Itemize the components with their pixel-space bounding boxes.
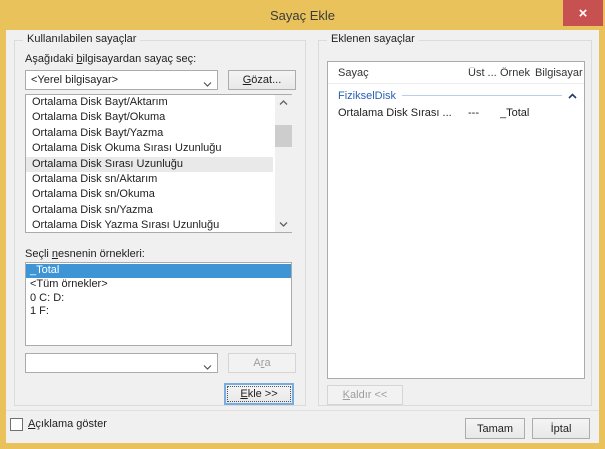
instance-list-item[interactable]: 0 C: D: bbox=[26, 292, 291, 306]
scrollbar-thumb[interactable] bbox=[275, 125, 292, 147]
instance-list-item[interactable]: <Tüm örnekler> bbox=[26, 278, 291, 292]
cancel-button[interactable]: İptal bbox=[532, 418, 590, 439]
instances-label: Seçli nesnenin örnekleri: bbox=[25, 248, 145, 260]
chevron-down-icon bbox=[203, 361, 212, 373]
search-combobox[interactable] bbox=[25, 353, 218, 373]
table-header-row: Sayaç Üst ... Örnek Bilgisayar bbox=[328, 62, 584, 84]
table-row[interactable]: Ortalama Disk Sırası ... --- _Total bbox=[328, 104, 584, 121]
counter-list-item[interactable]: Ortalama Disk Sırası Uzunluğu bbox=[26, 157, 273, 172]
chevron-down-icon bbox=[203, 78, 212, 90]
computer-combobox[interactable]: <Yerel bilgisayar> bbox=[25, 70, 218, 90]
scroll-down-icon[interactable] bbox=[275, 217, 292, 232]
counter-list-item[interactable]: Ortalama Disk Bayt/Aktarım bbox=[26, 95, 273, 110]
close-icon: × bbox=[579, 6, 588, 21]
column-header-parent[interactable]: Üst ... bbox=[468, 67, 500, 79]
instance-list-item[interactable]: _Total bbox=[26, 264, 291, 278]
ok-button[interactable]: Tamam bbox=[465, 418, 525, 439]
remove-button[interactable]: Kaldır << bbox=[327, 385, 403, 405]
cell-parent: --- bbox=[468, 107, 500, 119]
column-header-instance[interactable]: Örnek bbox=[500, 67, 535, 79]
show-description-checkbox[interactable] bbox=[10, 418, 23, 431]
column-header-counter[interactable]: Sayaç bbox=[338, 67, 468, 79]
show-description-label: Açıklama göster bbox=[28, 418, 107, 430]
available-counters-group: Kullanılabilen sayaçlar Aşağıdaki bilgis… bbox=[14, 40, 306, 406]
column-header-computer[interactable]: Bilgisayar bbox=[535, 67, 584, 79]
search-button[interactable]: Ara bbox=[228, 353, 296, 373]
group-rule bbox=[402, 95, 562, 96]
cell-counter: Ortalama Disk Sırası ... bbox=[338, 107, 468, 119]
counter-list-item[interactable]: Ortalama Disk sn/Okuma bbox=[26, 187, 273, 202]
scroll-up-icon[interactable] bbox=[275, 95, 292, 110]
counter-group-name: FizikselDisk bbox=[338, 90, 396, 102]
available-counters-group-label: Kullanılabilen sayaçlar bbox=[23, 33, 140, 45]
counter-group-row[interactable]: FizikselDisk bbox=[328, 87, 584, 104]
counters-listbox[interactable]: Ortalama Disk Bayt/AktarımOrtalama Disk … bbox=[25, 94, 292, 233]
instances-listbox[interactable]: _Total<Tüm örnekler>0 C: D:1 F: bbox=[25, 262, 292, 346]
browse-button[interactable]: Gözat... bbox=[228, 70, 296, 90]
window-title: Sayaç Ekle bbox=[270, 8, 335, 23]
dialog-content: Kullanılabilen sayaçlar Aşağıdaki bilgis… bbox=[6, 30, 599, 443]
cell-instance: _Total bbox=[500, 107, 535, 119]
title-bar[interactable]: Sayaç Ekle × bbox=[0, 0, 605, 30]
counter-list-item[interactable]: Ortalama Disk Yazma Sırası Uzunluğu bbox=[26, 218, 273, 233]
counters-scrollbar[interactable] bbox=[275, 95, 292, 232]
counter-list-item[interactable]: Ortalama Disk sn/Yazma bbox=[26, 203, 273, 218]
close-button[interactable]: × bbox=[563, 0, 603, 26]
add-button[interactable]: Ekle >> bbox=[224, 383, 294, 405]
added-counters-group-label: Eklenen sayaçlar bbox=[327, 33, 419, 45]
add-counter-dialog: Sayaç Ekle × Kullanılabilen sayaçlar Aşa… bbox=[0, 0, 605, 449]
counter-list-item[interactable]: Ortalama Disk Bayt/Okuma bbox=[26, 110, 273, 125]
counter-list-item[interactable]: Ortalama Disk sn/Aktarım bbox=[26, 172, 273, 187]
added-counters-group: Eklenen sayaçlar Sayaç Üst ... Örnek Bil… bbox=[318, 40, 592, 406]
counter-list-item[interactable]: Ortalama Disk Bayt/Yazma bbox=[26, 126, 273, 141]
instance-list-item[interactable]: 1 F: bbox=[26, 305, 291, 319]
collapse-icon[interactable] bbox=[568, 90, 577, 102]
computer-combobox-value: <Yerel bilgisayar> bbox=[31, 74, 118, 86]
select-computer-label: Aşağıdaki bilgisayardan sayaç seç: bbox=[25, 53, 196, 65]
footer-divider bbox=[6, 410, 599, 411]
added-counters-table[interactable]: Sayaç Üst ... Örnek Bilgisayar FizikselD… bbox=[327, 61, 585, 379]
counter-list-item[interactable]: Ortalama Disk Okuma Sırası Uzunluğu bbox=[26, 141, 273, 156]
